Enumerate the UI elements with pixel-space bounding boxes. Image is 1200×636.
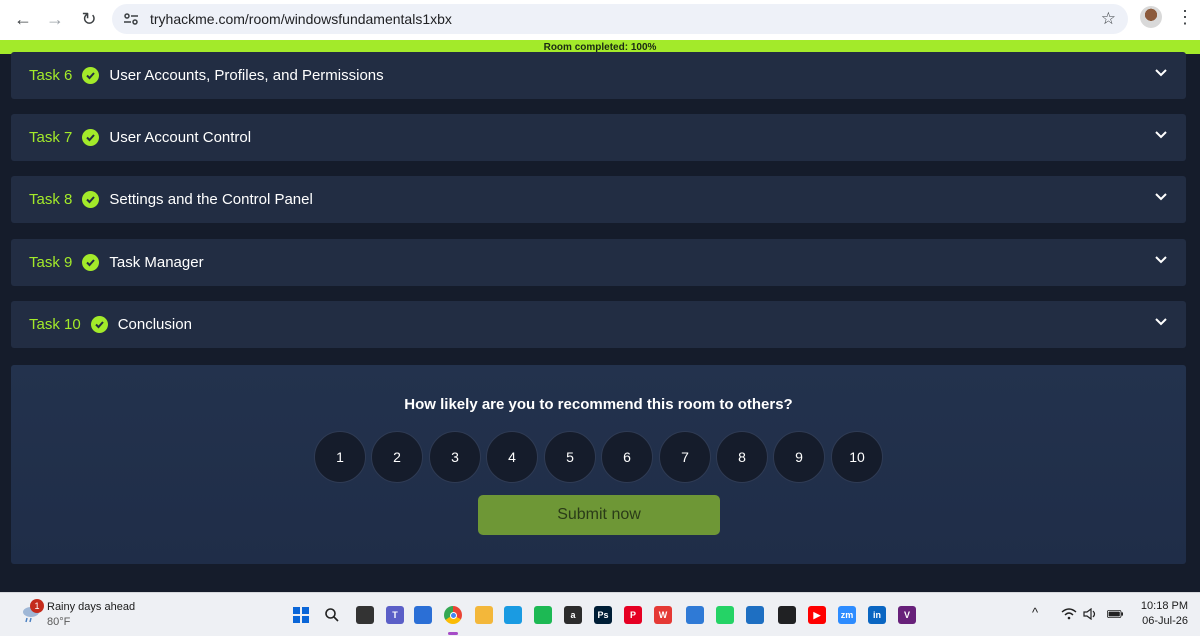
pinterest-icon[interactable]: P (624, 606, 642, 624)
rating-button-3[interactable]: 3 (429, 431, 481, 483)
teams-icon[interactable]: T (386, 606, 404, 624)
clock-time[interactable]: 10:18 PM (1141, 600, 1188, 612)
task-title: Task Manager (109, 254, 204, 271)
rating-button-1[interactable]: 1 (314, 431, 366, 483)
rating-button-7[interactable]: 7 (659, 431, 711, 483)
notepad-icon[interactable] (686, 606, 704, 624)
task-view-icon[interactable] (356, 606, 374, 624)
app-a-icon[interactable]: a (564, 606, 582, 624)
rating-button-8[interactable]: 8 (716, 431, 768, 483)
recommend-survey: How likely are you to recommend this roo… (11, 365, 1186, 564)
search-icon[interactable] (323, 606, 341, 624)
task-row-8[interactable]: Task 8 Settings and the Control Panel (11, 176, 1186, 223)
whatsapp-icon[interactable] (716, 606, 734, 624)
wifi-icon[interactable] (1061, 607, 1077, 621)
url-text[interactable]: tryhackme.com/room/windowsfundamentals1x… (150, 11, 452, 27)
rating-button-4[interactable]: 4 (486, 431, 538, 483)
rating-button-2[interactable]: 2 (371, 431, 423, 483)
chrome-icon[interactable] (444, 606, 462, 624)
reload-icon[interactable]: ↻ (74, 4, 104, 34)
site-info-icon[interactable] (122, 10, 140, 28)
task-number: Task 6 (29, 67, 73, 84)
edge-icon[interactable] (504, 606, 522, 624)
active-app-indicator (448, 632, 458, 635)
chevron-down-icon[interactable] (1154, 253, 1168, 267)
address-bar[interactable]: tryhackme.com/room/windowsfundamentals1x… (112, 4, 1128, 34)
task-row-7[interactable]: Task 7 User Account Control (11, 114, 1186, 161)
check-icon (82, 129, 100, 146)
tray-overflow-icon[interactable]: ^ (1032, 605, 1038, 620)
wps-icon[interactable]: W (654, 606, 672, 624)
photoshop-icon[interactable]: Ps (594, 606, 612, 624)
linkedin-icon[interactable]: in (868, 606, 886, 624)
bookmark-star-icon[interactable]: ☆ (1101, 9, 1116, 29)
vs-icon[interactable]: V (898, 606, 916, 624)
store-icon[interactable] (414, 606, 432, 624)
rating-button-10[interactable]: 10 (831, 431, 883, 483)
zoom-icon[interactable]: zm (838, 606, 856, 624)
file-explorer-icon[interactable] (475, 606, 493, 624)
task-row-9[interactable]: Task 9 Task Manager (11, 239, 1186, 286)
task-number: Task 10 (29, 316, 81, 333)
chevron-down-icon[interactable] (1154, 128, 1168, 142)
check-icon (82, 254, 100, 271)
forward-icon[interactable]: → (40, 4, 70, 34)
browser-toolbar: ← → ↻ tryhackme.com/room/windowsfundamen… (0, 0, 1200, 40)
rating-button-6[interactable]: 6 (601, 431, 653, 483)
profile-avatar[interactable] (1140, 6, 1162, 28)
weather-notification-badge: 1 (30, 599, 44, 613)
task-number: Task 8 (29, 191, 73, 208)
check-icon (82, 191, 100, 208)
battery-icon[interactable] (1107, 607, 1123, 621)
task-row-6[interactable]: Task 6 User Accounts, Profiles, and Perm… (11, 52, 1186, 99)
rating-button-5[interactable]: 5 (544, 431, 596, 483)
youtube-icon[interactable]: ▶ (808, 606, 826, 624)
volume-icon[interactable] (1083, 607, 1099, 621)
check-icon (90, 316, 108, 333)
chevron-down-icon[interactable] (1154, 66, 1168, 80)
start-icon[interactable] (292, 606, 310, 624)
weather-temp[interactable]: 80°F (47, 616, 70, 628)
chevron-down-icon[interactable] (1154, 315, 1168, 329)
chevron-down-icon[interactable] (1154, 190, 1168, 204)
calendar-icon[interactable] (746, 606, 764, 624)
task-title: User Account Control (109, 129, 252, 146)
clock-date[interactable]: 06-Jul-26 (1142, 615, 1188, 627)
progress-text: Room completed: 100% (543, 41, 657, 53)
check-icon (82, 67, 100, 84)
task-row-10[interactable]: Task 10 Conclusion (11, 301, 1186, 348)
weather-title[interactable]: Rainy days ahead (47, 601, 135, 613)
back-icon[interactable]: ← (8, 4, 38, 34)
submit-button[interactable]: Submit now (478, 495, 720, 535)
task-title: Conclusion (117, 316, 192, 333)
windows-taskbar: 1 Rainy days ahead 80°F Ta Ps P W ▶ zm in V ^ 1… (0, 592, 1200, 636)
survey-question: How likely are you to recommend this roo… (404, 396, 793, 413)
browser-menu-icon[interactable]: ⋮ (1176, 6, 1194, 28)
chatgpt-icon[interactable] (778, 606, 796, 624)
rating-button-9[interactable]: 9 (773, 431, 825, 483)
app-green-icon[interactable] (534, 606, 552, 624)
room-page: Task 6 User Accounts, Profiles, and Perm… (0, 52, 1200, 592)
task-title: Settings and the Control Panel (109, 191, 313, 208)
task-title: User Accounts, Profiles, and Permissions (109, 67, 384, 84)
task-number: Task 7 (29, 129, 73, 146)
task-number: Task 9 (29, 254, 73, 271)
